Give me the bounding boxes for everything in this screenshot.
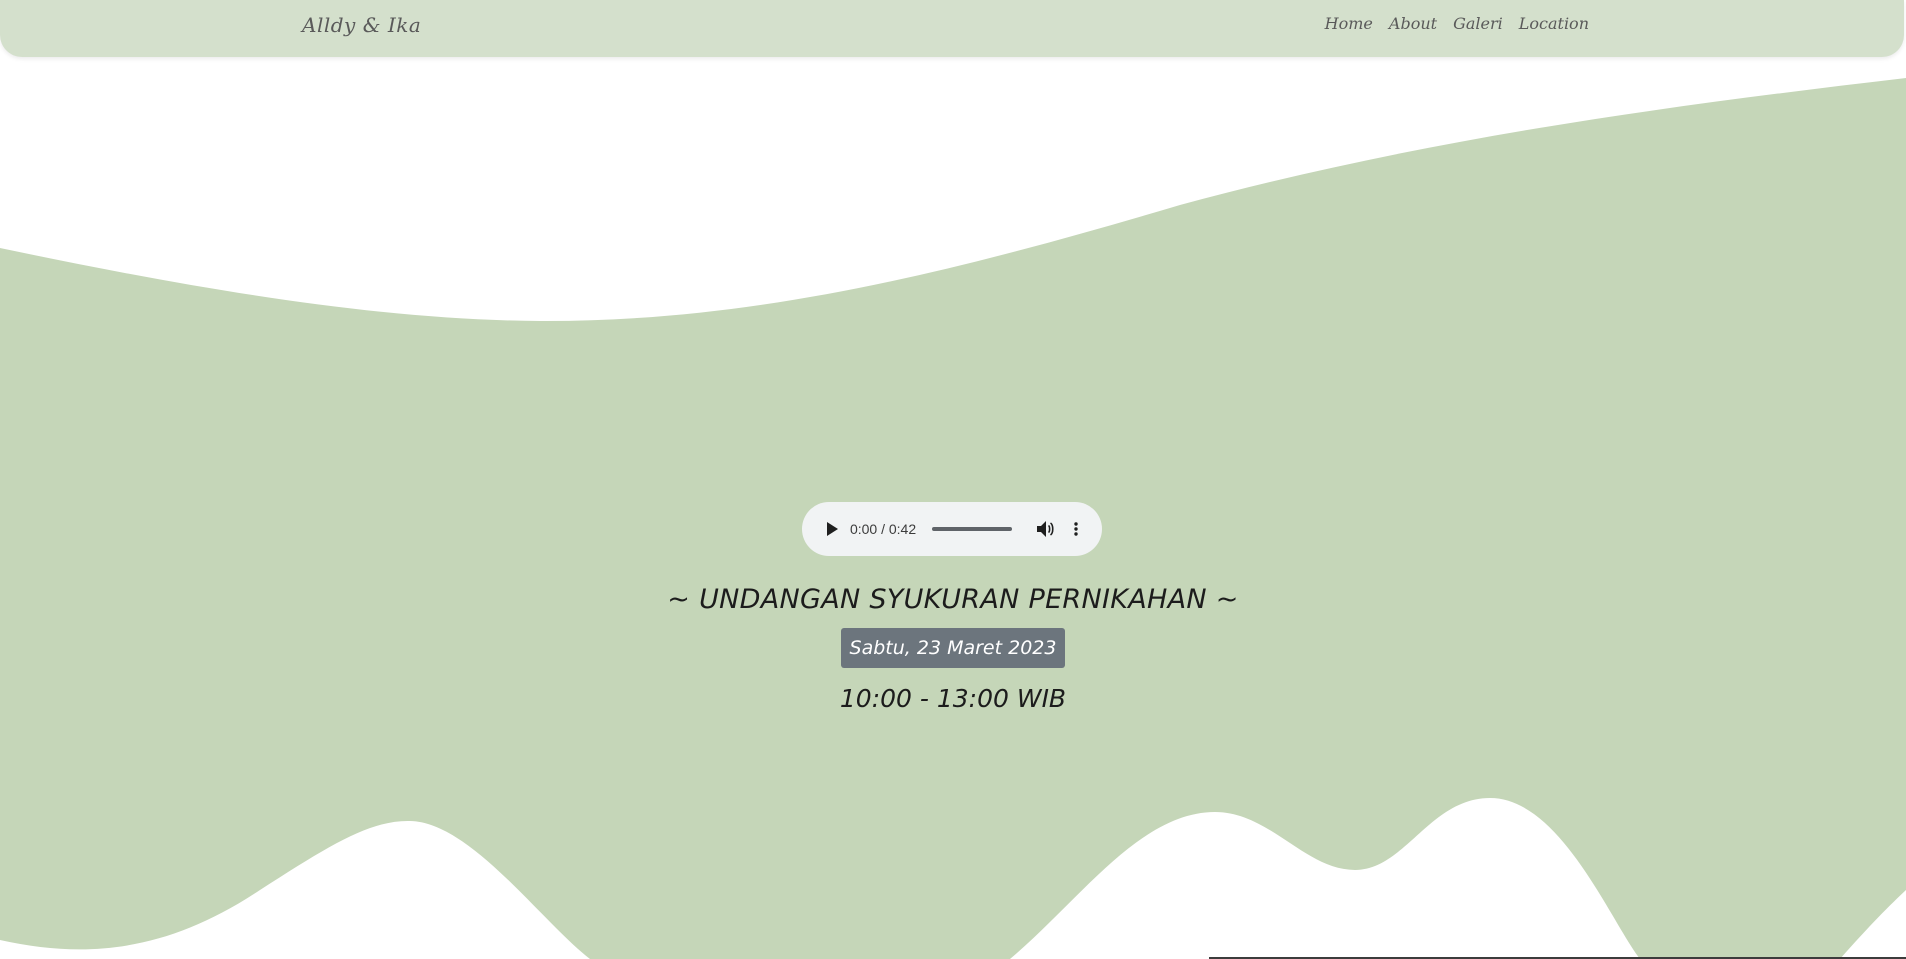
- play-icon[interactable]: [822, 519, 842, 539]
- date-badge: Sabtu, 23 Maret 2023: [840, 628, 1066, 668]
- brand-logo[interactable]: Alldy & Ika: [302, 13, 421, 37]
- hero-content: 0:00 / 0:42 ~ UNDANGAN SYUKURAN PERNIKAH…: [0, 0, 1906, 959]
- navbar: Alldy & Ika Home About Galeri Location: [0, 0, 1904, 57]
- nav-link-galeri[interactable]: Galeri: [1453, 14, 1503, 33]
- audio-time: 0:00 / 0:42: [849, 521, 917, 537]
- event-time: 10:00 - 13:00 WIB: [839, 684, 1067, 713]
- page: Alldy & Ika Home About Galeri Location 0…: [0, 0, 1906, 959]
- date-badge-wrapper: Sabtu, 23 Maret 2023: [0, 628, 1906, 668]
- nav-link-location[interactable]: Location: [1519, 14, 1589, 33]
- nav-link-about[interactable]: About: [1389, 14, 1437, 33]
- invitation-title: ~ UNDANGAN SYUKURAN PERNIKAHAN ~: [667, 584, 1239, 615]
- audio-player[interactable]: 0:00 / 0:42: [802, 502, 1102, 556]
- nav-link-home[interactable]: Home: [1325, 14, 1373, 33]
- more-vert-icon[interactable]: [1068, 519, 1084, 539]
- nav-links: Home About Galeri Location: [1325, 14, 1589, 33]
- audio-progress-slider[interactable]: [932, 527, 1013, 531]
- volume-icon[interactable]: [1036, 519, 1056, 539]
